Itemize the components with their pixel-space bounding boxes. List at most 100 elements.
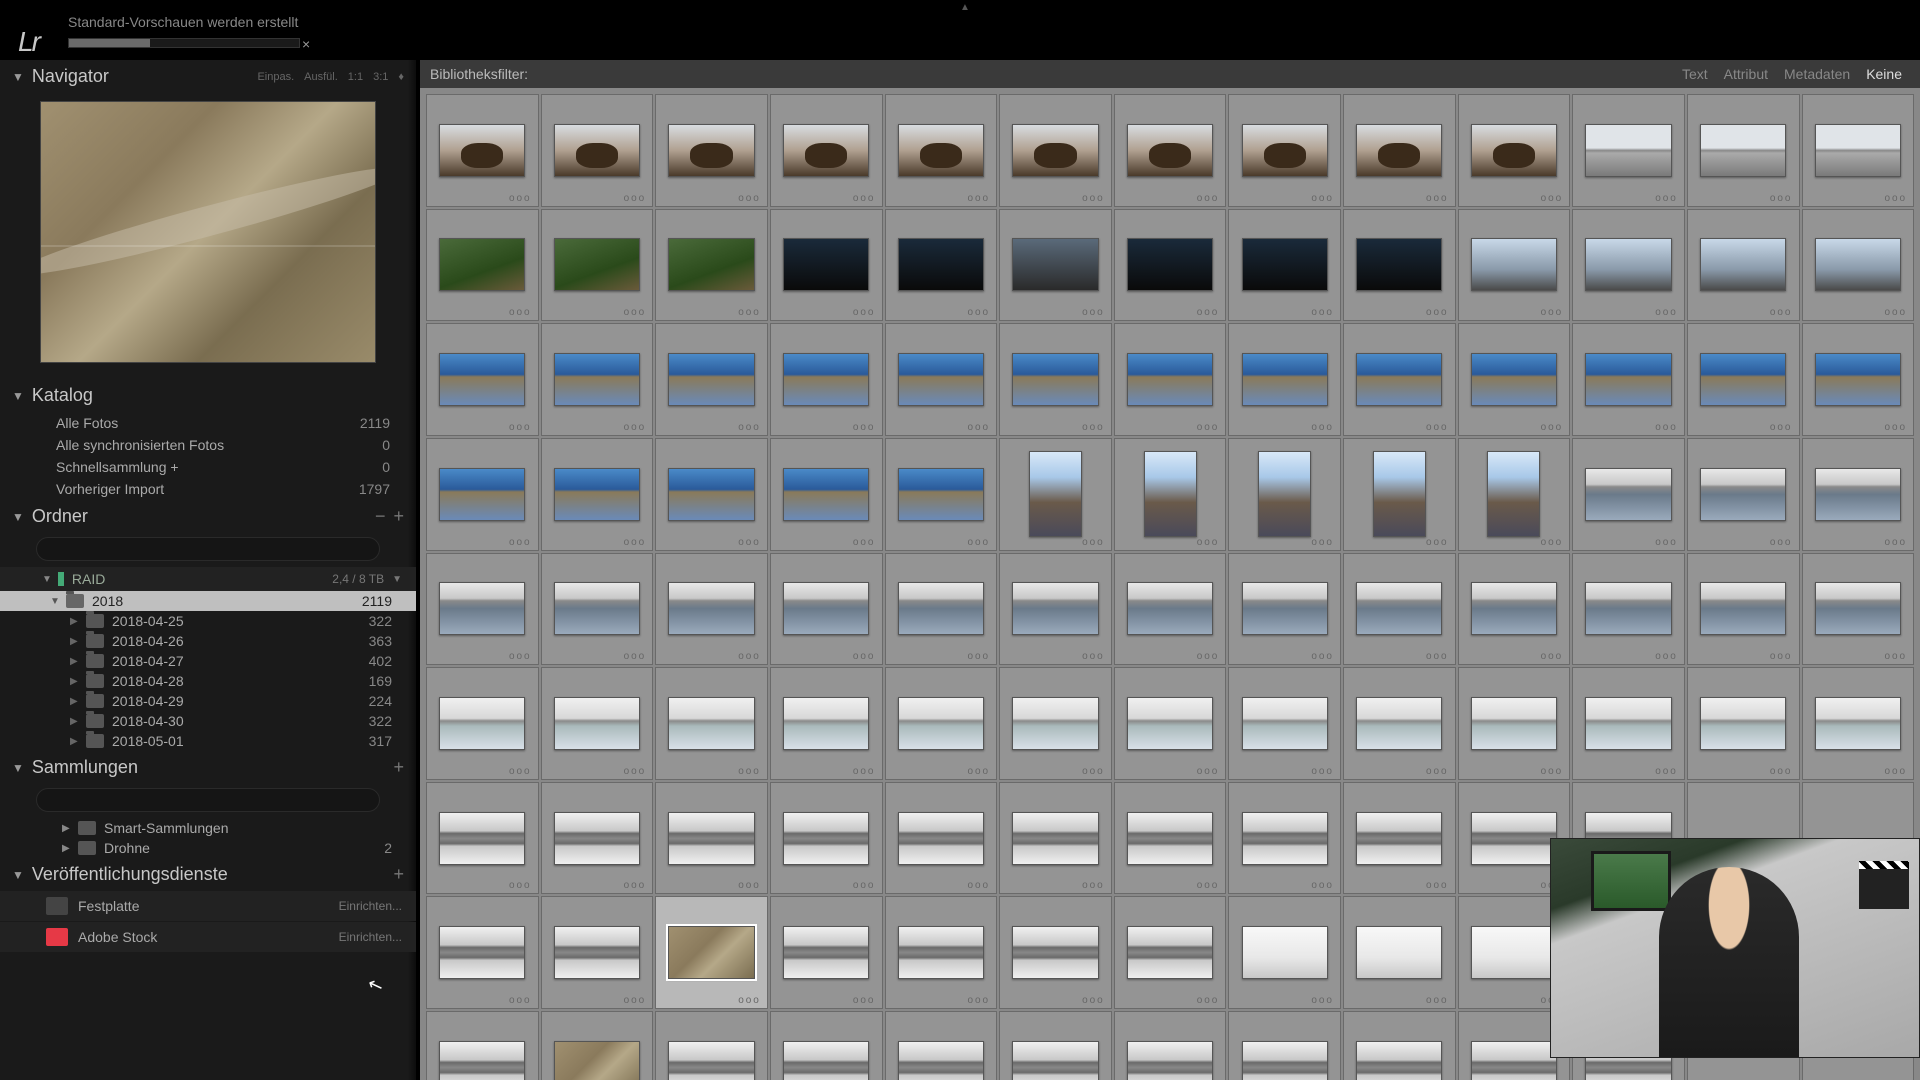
cell-menu-icon[interactable]: ooo xyxy=(1311,193,1334,204)
thumbnail-cell[interactable]: ooo xyxy=(541,667,654,780)
thumbnail-cell[interactable]: ooo xyxy=(1572,553,1685,666)
cell-menu-icon[interactable]: ooo xyxy=(509,651,532,662)
thumbnail-cell[interactable]: ooo xyxy=(1114,1011,1227,1080)
filter-attribute[interactable]: Attribut xyxy=(1724,66,1768,82)
thumbnail-cell[interactable]: ooo xyxy=(1114,438,1227,551)
cell-menu-icon[interactable]: ooo xyxy=(738,537,761,548)
thumbnail-cell[interactable]: ooo xyxy=(1228,209,1341,322)
thumbnail-cell[interactable]: ooo xyxy=(541,323,654,436)
collection-row[interactable]: ▶Drohne2 xyxy=(0,838,416,858)
thumbnail-cell[interactable]: ooo xyxy=(770,1011,883,1080)
progress-close-button[interactable]: × xyxy=(302,36,310,52)
remove-folder-button[interactable]: − xyxy=(375,506,386,527)
thumbnail-cell[interactable]: ooo xyxy=(1572,94,1685,207)
cell-menu-icon[interactable]: ooo xyxy=(1082,880,1105,891)
thumbnail-cell[interactable]: ooo xyxy=(426,94,539,207)
thumbnail-cell[interactable]: ooo xyxy=(541,438,654,551)
thumbnail-cell[interactable]: ooo xyxy=(770,323,883,436)
cell-menu-icon[interactable]: ooo xyxy=(1426,766,1449,777)
thumbnail-cell[interactable]: ooo xyxy=(1458,667,1571,780)
catalog-row[interactable]: Alle synchronisierten Fotos0 xyxy=(0,434,416,456)
thumbnail-cell[interactable]: ooo xyxy=(1458,323,1571,436)
cell-menu-icon[interactable]: ooo xyxy=(1426,307,1449,318)
thumbnail-cell[interactable]: ooo xyxy=(770,94,883,207)
thumbnail-cell[interactable]: ooo xyxy=(999,782,1112,895)
cell-menu-icon[interactable]: ooo xyxy=(738,651,761,662)
cell-menu-icon[interactable]: ooo xyxy=(1426,995,1449,1006)
thumbnail-cell[interactable]: ooo xyxy=(541,896,654,1009)
thumbnail-cell[interactable]: ooo xyxy=(1458,438,1571,551)
thumbnail-cell[interactable]: ooo xyxy=(655,209,768,322)
thumbnail-cell[interactable]: ooo xyxy=(1114,896,1227,1009)
thumbnail-cell[interactable]: ooo xyxy=(541,553,654,666)
cell-menu-icon[interactable]: ooo xyxy=(1197,651,1220,662)
thumbnail-cell[interactable]: ooo xyxy=(426,209,539,322)
cell-menu-icon[interactable]: ooo xyxy=(853,422,876,433)
thumbnail-cell[interactable]: ooo xyxy=(885,94,998,207)
thumbnail-cell[interactable]: ooo xyxy=(541,209,654,322)
cell-menu-icon[interactable]: ooo xyxy=(509,766,532,777)
cell-menu-icon[interactable]: ooo xyxy=(1426,880,1449,891)
cell-menu-icon[interactable]: ooo xyxy=(1770,193,1793,204)
thumbnail-cell[interactable]: ooo xyxy=(541,1011,654,1080)
cell-menu-icon[interactable]: ooo xyxy=(853,880,876,891)
cell-menu-icon[interactable]: ooo xyxy=(1082,537,1105,548)
navigator-header[interactable]: ▼ Navigator Einpas. Ausfül. 1:1 3:1 ♦ xyxy=(0,60,416,93)
cell-menu-icon[interactable]: ooo xyxy=(1426,537,1449,548)
cell-menu-icon[interactable]: ooo xyxy=(738,193,761,204)
cell-menu-icon[interactable]: ooo xyxy=(624,651,647,662)
cell-menu-icon[interactable]: ooo xyxy=(1655,766,1678,777)
thumbnail-cell[interactable]: ooo xyxy=(999,209,1112,322)
cell-menu-icon[interactable]: ooo xyxy=(1655,193,1678,204)
cell-menu-icon[interactable]: ooo xyxy=(1770,537,1793,548)
cell-menu-icon[interactable]: ooo xyxy=(738,995,761,1006)
cell-menu-icon[interactable]: ooo xyxy=(853,193,876,204)
thumbnail-cell[interactable]: ooo xyxy=(426,782,539,895)
thumbnail-cell[interactable]: ooo xyxy=(1458,553,1571,666)
cell-menu-icon[interactable]: ooo xyxy=(967,995,990,1006)
thumbnail-cell[interactable]: ooo xyxy=(1802,94,1915,207)
thumbnail-cell[interactable]: ooo xyxy=(770,209,883,322)
thumbnail-cell[interactable]: ooo xyxy=(999,896,1112,1009)
cell-menu-icon[interactable]: ooo xyxy=(1311,422,1334,433)
drive-row[interactable]: ▼ RAID 2,4 / 8 TB ▼ xyxy=(0,567,416,591)
thumbnail-cell[interactable]: ooo xyxy=(426,896,539,1009)
cell-menu-icon[interactable]: ooo xyxy=(1541,307,1564,318)
thumbnail-cell[interactable]: ooo xyxy=(1687,94,1800,207)
thumbnail-cell[interactable]: ooo xyxy=(655,94,768,207)
thumbnail-cell[interactable]: ooo xyxy=(1802,323,1915,436)
thumbnail-cell[interactable]: ooo xyxy=(1228,323,1341,436)
cell-menu-icon[interactable]: ooo xyxy=(1197,995,1220,1006)
thumbnail-cell[interactable]: ooo xyxy=(655,1011,768,1080)
thumbnail-cell[interactable]: ooo xyxy=(1228,667,1341,780)
thumbnail-cell[interactable]: ooo xyxy=(541,94,654,207)
cell-menu-icon[interactable]: ooo xyxy=(1541,422,1564,433)
folder-row[interactable]: ▶2018-04-26363 xyxy=(0,631,416,651)
cell-menu-icon[interactable]: ooo xyxy=(853,307,876,318)
cell-menu-icon[interactable]: ooo xyxy=(509,422,532,433)
cell-menu-icon[interactable]: ooo xyxy=(967,880,990,891)
cell-menu-icon[interactable]: ooo xyxy=(1770,422,1793,433)
collections-header[interactable]: ▼ Sammlungen + xyxy=(0,751,416,784)
cell-menu-icon[interactable]: ooo xyxy=(738,422,761,433)
cell-menu-icon[interactable]: ooo xyxy=(1655,537,1678,548)
thumbnail-cell[interactable]: ooo xyxy=(1343,209,1456,322)
cell-menu-icon[interactable]: ooo xyxy=(1884,193,1907,204)
folder-row[interactable]: ▶2018-05-01317 xyxy=(0,731,416,751)
cell-menu-icon[interactable]: ooo xyxy=(624,193,647,204)
service-setup-link[interactable]: Einrichten... xyxy=(339,899,402,913)
cell-menu-icon[interactable]: ooo xyxy=(1082,995,1105,1006)
thumbnail-cell[interactable]: ooo xyxy=(999,323,1112,436)
thumbnail-cell[interactable]: ooo xyxy=(1343,782,1456,895)
cell-menu-icon[interactable]: ooo xyxy=(1311,880,1334,891)
cell-menu-icon[interactable]: ooo xyxy=(1082,193,1105,204)
thumbnail-cell[interactable]: ooo xyxy=(1572,667,1685,780)
cell-menu-icon[interactable]: ooo xyxy=(1541,766,1564,777)
cell-menu-icon[interactable]: ooo xyxy=(967,193,990,204)
cell-menu-icon[interactable]: ooo xyxy=(1311,651,1334,662)
service-setup-link[interactable]: Einrichten... xyxy=(339,930,402,944)
thumbnail-cell[interactable]: ooo xyxy=(770,438,883,551)
cell-menu-icon[interactable]: ooo xyxy=(1311,995,1334,1006)
catalog-header[interactable]: ▼ Katalog xyxy=(0,379,416,412)
catalog-row[interactable]: Alle Fotos2119 xyxy=(0,412,416,434)
